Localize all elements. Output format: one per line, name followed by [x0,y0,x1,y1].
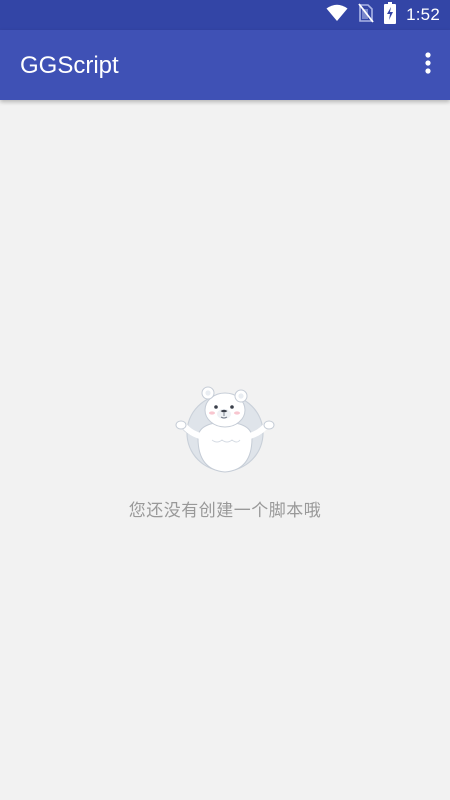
battery-charging-icon [384,2,397,28]
polar-bear-shrug-icon [175,386,275,473]
status-icons: 1:52 [326,0,440,30]
app-bar: GGScript [0,30,450,100]
more-vertical-icon [425,52,431,78]
status-time: 1:52 [406,5,440,24]
empty-state: 您还没有创建一个脚本哦 [0,378,450,521]
wifi-icon [326,4,348,26]
empty-state-message: 您还没有创建一个脚本哦 [128,501,322,521]
app-title: GGScript [20,52,119,79]
no-sim-icon [358,3,374,27]
status-bar: 1:52 [0,0,450,30]
more-options-button[interactable] [416,48,440,82]
